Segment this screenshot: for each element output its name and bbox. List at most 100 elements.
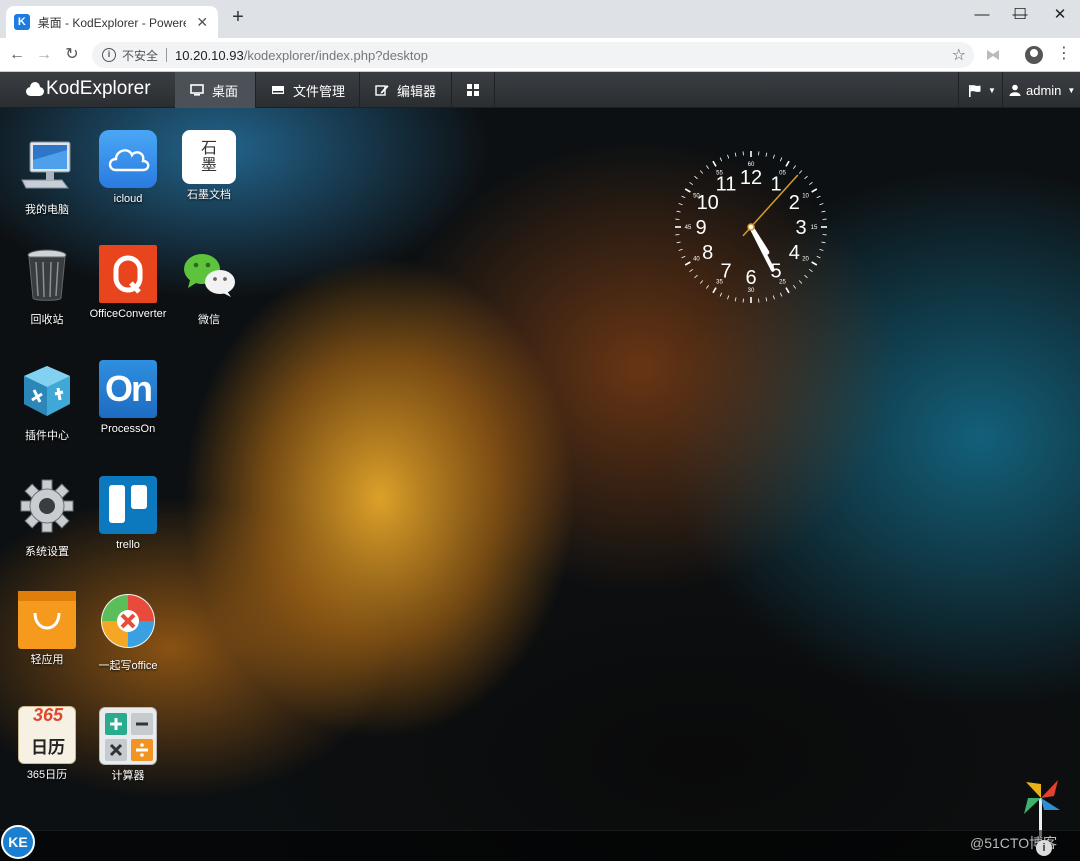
clock-tick (809, 182, 813, 186)
clock-minute-label: 15 (811, 225, 818, 231)
maximize-icon[interactable]: ☐ (1000, 4, 1040, 28)
shimo-icon: 石 墨 (182, 130, 236, 184)
icon-label: 石墨文档 (187, 189, 231, 201)
tab-label: 桌面 (212, 83, 239, 99)
info-icon[interactable]: i (1036, 840, 1052, 856)
clock-tick (772, 154, 775, 159)
close-window-icon[interactable]: ✕ (1040, 4, 1080, 28)
tab-desktop[interactable]: 桌面 (175, 72, 255, 108)
desktop-icon-officeconverter[interactable]: OfficeConverter (88, 245, 168, 322)
icon-label: 计算器 (111, 770, 145, 782)
clock-tick (779, 292, 783, 297)
app-header: KodExplorer 桌面 文件管理 编辑器 ▼ admin ▼ (0, 72, 1080, 108)
clock-hour-label: 7 (720, 260, 731, 282)
language-menu[interactable]: ▼ (968, 72, 996, 108)
tab-file-manager[interactable]: 文件管理 (256, 72, 360, 108)
desktop-icon-recycle-bin[interactable]: 回收站 (7, 246, 87, 328)
minimize-icon[interactable]: — (962, 4, 1002, 28)
profile-icon[interactable] (1025, 46, 1043, 64)
caret-down-icon: ▼ (1067, 85, 1076, 95)
clock-minute-label: 45 (685, 225, 692, 231)
reload-icon[interactable]: ↻ (61, 44, 83, 66)
desktop-icon-light-apps[interactable]: 轻应用 (7, 591, 87, 668)
shopping-bag-icon (18, 591, 76, 649)
desktop-icon-system-settings[interactable]: 系统设置 (7, 478, 87, 560)
divider (1002, 72, 1003, 108)
pinwheel-icon[interactable] (1018, 776, 1064, 838)
tab-editor[interactable]: 编辑器 (360, 72, 451, 108)
clock-center (747, 223, 755, 231)
clock-tick (765, 297, 768, 302)
clock-tick (727, 295, 730, 300)
desktop-icon-365-calendar[interactable]: 365 日历 365日历 (7, 705, 87, 783)
browser-toolbar: ← → ↻ i 不安全 10.20.10.93/kodexplorer/inde… (0, 38, 1080, 72)
gear-icon (20, 479, 74, 533)
desktop-icon-icloud[interactable]: icloud (88, 130, 168, 207)
icon-label: 插件中心 (25, 430, 69, 442)
tab-label: 编辑器 (397, 83, 437, 99)
separator (166, 48, 168, 62)
monitor-icon (190, 84, 204, 96)
icon-label: OfficeConverter (89, 308, 167, 320)
clock-hour-label: 6 (745, 267, 756, 289)
calendar-icon: 365 日历 (18, 705, 76, 764)
clock-tick (719, 157, 723, 162)
back-icon[interactable]: ← (6, 44, 28, 66)
extension-icon[interactable] (985, 47, 1001, 63)
clock-hour-label: 8 (702, 242, 713, 264)
officeconverter-icon (99, 245, 157, 303)
wechat-icon (184, 254, 235, 297)
clock-tick (734, 297, 737, 302)
desktop-icon-trello[interactable]: trello (88, 476, 168, 553)
cloud-icon (24, 82, 44, 96)
icon-label: 轻应用 (30, 654, 64, 666)
analog-clock-widget[interactable]: 600510152025303540455055 12 1234567891011 (672, 148, 830, 306)
star-icon[interactable]: ☆ (952, 45, 966, 65)
calendar-number: 365 (32, 705, 64, 725)
insecure-label: 不安全 (122, 48, 159, 63)
icon-label: 系统设置 (25, 546, 69, 558)
desktop-icon-my-computer[interactable]: 我的电脑 (7, 136, 87, 218)
user-menu[interactable]: admin ▼ (1009, 72, 1075, 108)
desktop-icon-wechat[interactable]: 微信 (169, 246, 249, 328)
divider (958, 72, 959, 108)
url-host: 10.20.10.93 (175, 47, 244, 63)
info-icon[interactable]: i (102, 48, 116, 62)
tab-apps[interactable] (452, 72, 494, 108)
clock-minute-label: 20 (802, 257, 809, 263)
clock-tick (681, 255, 686, 259)
calculator-icon (99, 707, 157, 765)
trello-icon (99, 476, 157, 534)
edit-icon (375, 85, 389, 96)
clock-tick (689, 182, 693, 186)
clock-tick (706, 285, 710, 289)
url-path: /kodexplorer/index.php?desktop (243, 47, 428, 63)
hdd-icon (272, 86, 284, 94)
computer-icon (21, 141, 71, 189)
start-button[interactable]: KE (1, 825, 35, 859)
clock-hour-label: 11 (716, 174, 737, 196)
tab-close-icon[interactable]: ✕ (194, 14, 210, 31)
menu-icon[interactable]: ⋮ (1056, 46, 1072, 62)
browser-tab-strip: K 桌面 - KodExplorer - Powered ✕ + — (0, 0, 1080, 38)
desktop-icon-plugin-center[interactable]: 插件中心 (7, 362, 87, 444)
desktop-icon-processon[interactable]: On ProcessOn (88, 360, 168, 437)
icon-label: icloud (113, 193, 143, 205)
forward-icon[interactable]: → (33, 44, 55, 66)
brand-logo[interactable]: KodExplorer (24, 78, 151, 100)
clock-tick (684, 188, 691, 193)
desktop-icon-calculator[interactable]: 计算器 (88, 707, 168, 784)
clock-tick (779, 157, 783, 162)
brand-name: KodExplorer (46, 78, 151, 99)
user-icon (1009, 84, 1021, 96)
clock-hour-label: 1 (770, 174, 781, 196)
new-tab-button[interactable]: + (228, 7, 248, 28)
browser-tab[interactable]: K 桌面 - KodExplorer - Powered ✕ (6, 6, 218, 38)
address-bar[interactable]: i 不安全 10.20.10.93/kodexplorer/index.php?… (92, 42, 974, 68)
desktop-icon-shimo[interactable]: 石 墨 石墨文档 (169, 130, 249, 203)
clock-minute-label: 10 (802, 194, 809, 200)
username: admin (1026, 82, 1062, 98)
clock-tick (811, 188, 818, 193)
desktop-icon-write-office[interactable]: 一起写office (88, 592, 168, 674)
clock-tick (719, 292, 723, 297)
